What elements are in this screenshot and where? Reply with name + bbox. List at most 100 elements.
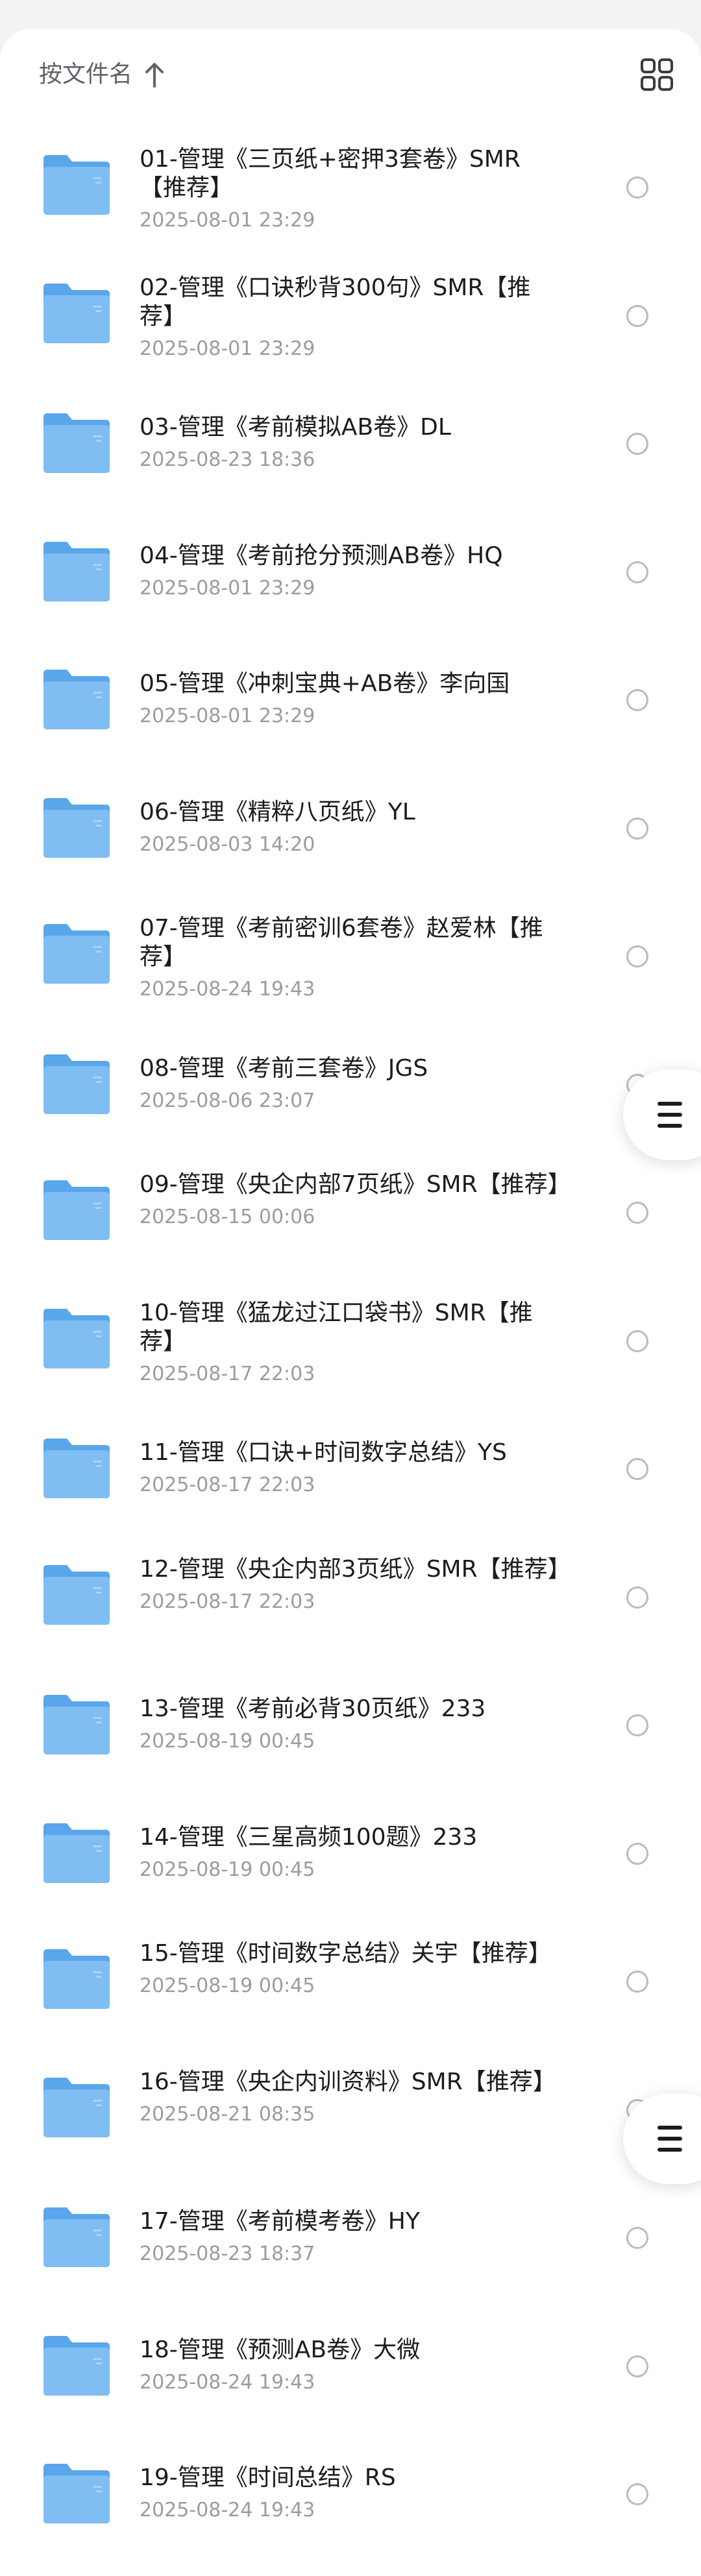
file-list-item[interactable]: 08-管理《考前三套卷》JGS 2025-08-06 23:07 <box>0 1021 701 1149</box>
file-date: 2025-08-24 19:43 <box>140 978 315 1001</box>
file-date: 2025-08-21 08:35 <box>140 2102 315 2126</box>
file-date: 2025-08-23 18:37 <box>140 2242 315 2265</box>
file-name: 09-管理《央企内部7页纸》SMR【推荐】 <box>140 1171 571 1198</box>
file-date: 2025-08-23 18:36 <box>140 448 315 471</box>
file-list-item[interactable]: 15-管理《时间数字总结》关宇【推荐】 2025-08-19 00:45 <box>0 1917 701 2046</box>
list-header: 按文件名 <box>0 29 701 123</box>
file-list-item[interactable]: 02-管理《口诀秒背300句》SMR【推荐】 2025-08-01 23:29 <box>0 252 701 380</box>
file-text-block: 01-管理《三页纸+密押3套卷》SMR【推荐】 2025-08-01 23:29 <box>140 145 561 234</box>
file-date: 2025-08-19 00:45 <box>140 1858 315 1881</box>
folder-icon <box>43 670 110 729</box>
file-text-block: 10-管理《猛龙过江口袋书》SMR【推荐】 2025-08-17 22:03 <box>140 1299 561 1387</box>
folder-icon <box>43 797 110 858</box>
folder-icon <box>43 1695 110 1755</box>
folder-icon <box>43 2077 110 2137</box>
file-date: 2025-08-01 23:29 <box>140 337 315 360</box>
file-list-item[interactable]: 16-管理《央企内训资料》SMR【推荐】 2025-08-21 08:35 <box>0 2046 701 2174</box>
file-name: 17-管理《考前模考卷》HY <box>140 2208 420 2235</box>
file-text-block: 15-管理《时间数字总结》关宇【推荐】 2025-08-19 00:45 <box>140 1939 561 1999</box>
file-name: 02-管理《口诀秒背300句》SMR【推荐】 <box>140 274 531 330</box>
file-list-item[interactable]: 01-管理《三页纸+密押3套卷》SMR【推荐】 2025-08-01 23:29 <box>0 123 701 252</box>
grid-view-icon[interactable] <box>639 56 675 93</box>
folder-icon <box>43 1308 110 1368</box>
file-text-block: 09-管理《央企内部7页纸》SMR【推荐】 2025-08-15 00:06 <box>140 1171 571 1230</box>
file-list: 01-管理《三页纸+密押3套卷》SMR【推荐】 2025-08-01 23:29 0… <box>0 123 701 2558</box>
folder-icon <box>43 155 110 215</box>
select-radio[interactable] <box>626 1842 648 1865</box>
file-date: 2025-08-01 23:29 <box>140 705 315 727</box>
file-list-item[interactable]: 09-管理《央企内部7页纸》SMR【推荐】 2025-08-15 00:06 <box>0 1148 701 1277</box>
file-date: 2025-08-17 22:03 <box>140 1362 315 1385</box>
file-text-block: 18-管理《预测AB卷》大微 2025-08-24 19:43 <box>140 2336 561 2396</box>
folder-icon <box>43 2207 110 2267</box>
folder-icon <box>43 2335 110 2396</box>
file-name: 06-管理《精粹八页纸》YL <box>140 798 415 825</box>
select-radio[interactable] <box>626 1330 648 1352</box>
file-list-item[interactable]: 07-管理《考前密训6套卷》赵爱林【推荐】 2025-08-24 19:43 <box>0 892 701 1021</box>
file-text-block: 03-管理《考前模拟AB卷》DL 2025-08-23 18:36 <box>140 413 561 473</box>
select-radio[interactable] <box>626 433 648 455</box>
folder-icon <box>43 1823 110 1883</box>
file-list-item[interactable]: 19-管理《时间总结》RS 2025-08-24 19:43 <box>0 2430 701 2558</box>
file-name: 18-管理《预测AB卷》大微 <box>140 2336 421 2363</box>
file-date: 2025-08-06 23:07 <box>140 1089 315 1112</box>
file-list-item[interactable]: 11-管理《口诀+时间数字总结》YS 2025-08-17 22:03 <box>0 1405 701 1533</box>
file-name: 05-管理《冲刺宝典+AB卷》李向国 <box>140 670 510 697</box>
select-radio[interactable] <box>626 2355 648 2377</box>
folder-icon <box>43 1180 110 1240</box>
file-date: 2025-08-01 23:29 <box>140 576 315 600</box>
file-name: 03-管理《考前模拟AB卷》DL <box>140 414 451 441</box>
file-text-block: 17-管理《考前模考卷》HY 2025-08-23 18:37 <box>140 2207 561 2267</box>
file-name: 13-管理《考前必背30页纸》233 <box>140 1695 486 1722</box>
select-radio[interactable] <box>626 304 648 327</box>
file-name: 19-管理《时间总结》RS <box>140 2464 396 2491</box>
arrow-up-icon[interactable] <box>141 60 167 89</box>
folder-icon <box>43 1564 110 1625</box>
file-date: 2025-08-19 00:45 <box>140 1730 315 1753</box>
file-list-item[interactable]: 06-管理《精粹八页纸》YL 2025-08-03 14:20 <box>0 764 701 893</box>
select-radio[interactable] <box>626 689 648 711</box>
file-text-block: 11-管理《口诀+时间数字总结》YS 2025-08-17 22:03 <box>140 1439 561 1498</box>
select-radio[interactable] <box>626 1971 648 1993</box>
select-radio[interactable] <box>626 1714 648 1736</box>
sort-label[interactable]: 按文件名 <box>39 58 132 91</box>
file-date: 2025-08-15 00:06 <box>140 1206 315 1228</box>
select-radio[interactable] <box>626 561 648 583</box>
file-name: 12-管理《央企内部3页纸》SMR【推荐】 <box>140 1555 571 1583</box>
select-radio[interactable] <box>626 1586 648 1609</box>
select-radio[interactable] <box>626 1202 648 1224</box>
file-list-item[interactable]: 04-管理《考前抢分预测AB卷》HQ 2025-08-01 23:29 <box>0 508 701 637</box>
file-text-block: 19-管理《时间总结》RS 2025-08-24 19:43 <box>140 2464 561 2523</box>
file-list-item[interactable]: 14-管理《三星高频100题》233 2025-08-19 00:45 <box>0 1790 701 1918</box>
file-date: 2025-08-24 19:43 <box>140 2499 315 2521</box>
file-text-block: 16-管理《央企内训资料》SMR【推荐】 2025-08-21 08:35 <box>140 2068 561 2128</box>
file-name: 01-管理《三页纸+密押3套卷》SMR【推荐】 <box>140 146 521 201</box>
file-date: 2025-08-17 22:03 <box>140 1590 315 1613</box>
file-list-item[interactable]: 17-管理《考前模考卷》HY 2025-08-23 18:37 <box>0 2174 701 2302</box>
file-date: 2025-08-17 22:03 <box>140 1474 315 1496</box>
file-name: 15-管理《时间数字总结》关宇【推荐】 <box>140 1940 552 1967</box>
menu-icon <box>658 1102 682 1128</box>
select-radio[interactable] <box>626 1458 648 1480</box>
file-list-item[interactable]: 13-管理《考前必背30页纸》233 2025-08-19 00:45 <box>0 1661 701 1790</box>
file-name: 16-管理《央企内训资料》SMR【推荐】 <box>140 2068 556 2095</box>
file-list-item[interactable]: 05-管理《冲刺宝典+AB卷》李向国 2025-08-01 23:29 <box>0 636 701 764</box>
file-list-item[interactable]: 18-管理《预测AB卷》大微 2025-08-24 19:43 <box>0 2302 701 2431</box>
file-name: 04-管理《考前抢分预测AB卷》HQ <box>140 542 503 569</box>
file-list-sheet: 按文件名 01-管理《三页纸+密押3套卷》SMR【推荐】 2025-08-01 2… <box>0 29 701 2576</box>
select-radio[interactable] <box>626 176 648 199</box>
file-date: 2025-08-01 23:29 <box>140 209 315 232</box>
file-text-block: 08-管理《考前三套卷》JGS 2025-08-06 23:07 <box>140 1054 561 1114</box>
select-radio[interactable] <box>626 2483 648 2505</box>
folder-icon <box>43 2464 110 2523</box>
folder-icon <box>43 1054 110 1114</box>
file-list-item[interactable]: 03-管理《考前模拟AB卷》DL 2025-08-23 18:36 <box>0 380 701 508</box>
select-radio[interactable] <box>626 2227 648 2249</box>
file-name: 08-管理《考前三套卷》JGS <box>140 1054 428 1082</box>
file-list-item[interactable]: 12-管理《央企内部3页纸》SMR【推荐】 2025-08-17 22:03 <box>0 1533 701 1662</box>
file-text-block: 07-管理《考前密训6套卷》赵爱林【推荐】 2025-08-24 19:43 <box>140 914 561 1002</box>
select-radio[interactable] <box>626 945 648 967</box>
file-list-item[interactable]: 10-管理《猛龙过江口袋书》SMR【推荐】 2025-08-17 22:03 <box>0 1277 701 1405</box>
file-text-block: 13-管理《考前必背30页纸》233 2025-08-19 00:45 <box>140 1695 561 1755</box>
select-radio[interactable] <box>626 817 648 840</box>
